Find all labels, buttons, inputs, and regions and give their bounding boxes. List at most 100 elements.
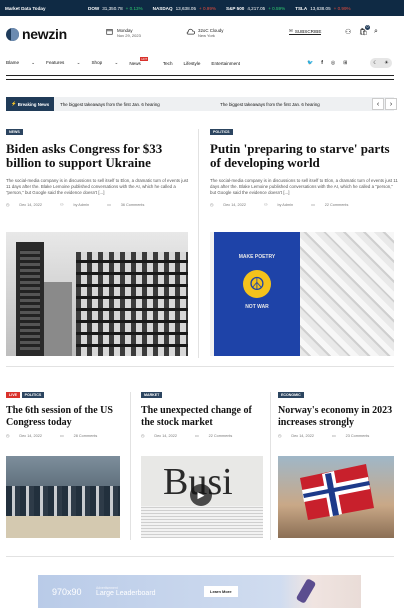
category-badge[interactable]: MARKET [141,392,163,398]
nav-item[interactable]: Entertainment [211,61,240,66]
comment-icon: ▭ [311,202,315,207]
article-comments: ▭ 23 Comments [331,434,370,438]
article-date: ◷ Dec 14, 2022 [210,202,246,207]
twitter-icon[interactable]: 🐦 [307,60,313,66]
norway-flag-photo[interactable] [278,456,394,538]
clock-icon: ◷ [141,434,145,438]
cart-count: 0 [365,25,370,30]
learn-more-button[interactable]: Learn More [204,586,238,597]
comment-icon: ▭ [107,202,111,207]
article-title[interactable]: Norway's economy in 2023 increases stron… [278,405,398,428]
article-card[interactable]: POLITICS Putin 'preparing to starve' par… [210,129,398,207]
section-divider [6,366,394,367]
poster-text: MAKE POETRY [238,254,276,260]
article-date: ◷ Dec 14, 2022 [6,202,42,207]
category-badge[interactable]: POLITICS [21,392,45,398]
site-logo[interactable]: newzin [6,26,67,42]
article-author: ⚇ by Admin [263,202,294,207]
comment-icon: ▭ [194,434,199,438]
market-ticker: Market Data Today DOW 31,350.78 + 0.13% NA… [0,0,404,16]
category-badge[interactable]: NEWS [6,129,23,135]
play-icon[interactable]: ▶ [190,484,212,506]
nav-divider [6,75,394,76]
ticker-item[interactable]: NASDAQ 13,638.05 + 0.99% [153,6,216,11]
nav-item[interactable]: Lifestyle [184,61,201,66]
article-card[interactable]: MARKET The unexpected change of the stoc… [141,392,266,438]
user-icon: ⚇ [263,202,268,207]
weather-widget: 32oC Cloudy New York [186,28,223,38]
article-comments: ▭ 36 Comments [107,202,145,207]
clock-icon: ◷ [6,202,10,207]
share-icon[interactable]: ⊞ [343,60,347,66]
mail-icon: ✉ [289,28,293,33]
article-title[interactable]: Biden asks Congress for $33 billion to s… [6,142,191,170]
article-excerpt: The social-media company is in discussio… [6,178,189,196]
logo-mark-icon [6,27,19,41]
social-links: 🐦 f ◎ ⊞ [307,60,347,66]
poster-text: NOT WAR [245,304,269,310]
protest-photo[interactable]: MAKE POETRY ☮ NOT WAR [210,232,394,356]
moon-icon: ☾ [373,60,378,66]
clock-icon: ◷ [6,434,10,438]
leaderboard-ad[interactable]: 970x90 Advertisement Large Leaderboard L… [38,575,361,608]
article-title[interactable]: The unexpected change of the stock marke… [141,405,266,428]
newspaper-photo[interactable]: Busi ▶ [141,456,263,538]
article-author: ⚇ by Admin [59,202,90,207]
ticker-item[interactable]: DOW 31,350.78 + 0.13% [88,6,143,11]
ticker-label: Market Data Today [5,5,46,11]
breaking-headline[interactable]: The biggest takeaways from the first Jan… [220,102,320,107]
norway-flag-icon [300,464,374,520]
column-divider [198,129,199,358]
nav-item[interactable]: Shop ⌄ [91,60,118,66]
column-divider [130,392,131,540]
nav-item[interactable]: Tech [163,61,173,66]
article-title[interactable]: Putin 'preparing to starve' parts of dev… [210,142,398,170]
search-icon[interactable]: ⌕ [374,28,378,36]
breaking-news-label: ⚡ Breaking News [6,97,55,111]
category-badge[interactable]: POLITICS [210,129,233,135]
section-divider [6,556,394,557]
category-badge[interactable]: ECONOMIC [278,392,304,398]
live-badge[interactable]: LIVE [6,392,20,398]
article-excerpt: The social-media company is in discussio… [210,178,398,196]
prev-arrow-icon[interactable]: ‹ [372,98,384,110]
nav-divider [6,79,394,80]
date-widget: Monday Nov 29, 2023 [106,28,141,38]
hot-badge: HOT [140,56,149,61]
instagram-icon[interactable]: ◎ [331,60,335,66]
article-card[interactable]: ECONOMIC Norway's economy in 2023 increa… [278,392,398,438]
breaking-news-bar: ⚡ Breaking News The biggest takeaways fr… [6,97,394,111]
ticker-item[interactable]: TSLA 13,638.05 + 0.99% [295,6,350,11]
ticker-item[interactable]: S&P 500 4,217.05 + 0.59% [226,6,285,11]
clock-icon: ◷ [210,202,214,207]
breaking-headline[interactable]: The biggest takeaways from the first Jan… [60,102,220,107]
article-card[interactable]: NEWS Biden asks Congress for $33 billion… [6,129,191,207]
user-icon: ⚇ [59,202,64,207]
calendar-icon [106,29,113,35]
clock-icon: ◷ [278,434,282,438]
ad-size: 970x90 [52,586,82,597]
nav-item[interactable]: Features ⌄ [46,60,80,66]
article-title[interactable]: The 6th session of the US Congress today [6,405,124,428]
comment-icon: ▭ [331,434,336,438]
nav-item[interactable]: News HOT [129,56,152,66]
congress-photo[interactable] [6,456,120,538]
sun-icon: ☀ [384,60,389,66]
peace-icon: ☮ [243,270,271,298]
ad-image [281,575,361,608]
cloud-icon [186,28,195,35]
theme-toggle[interactable]: ☾ ☀ [370,58,392,68]
article-date: ◷ Dec 14, 2022 [6,434,42,438]
next-arrow-icon[interactable]: › [385,98,397,110]
buildings-photo[interactable] [6,232,188,356]
article-comments: ▭ 22 Comments [194,434,233,438]
column-divider [270,392,271,540]
article-comments: ▭ 22 Comments [311,202,349,207]
nav-item[interactable]: Blame ⌄ [6,60,35,66]
article-date: ◷ Dec 14, 2022 [141,434,177,438]
user-icon[interactable]: ⚇ [345,28,351,36]
subscribe-link[interactable]: ✉ SUBSCRIBE [289,28,322,35]
article-card[interactable]: LIVE POLITICS The 6th session of the US … [6,392,124,438]
comment-icon: ▭ [59,434,64,438]
facebook-icon[interactable]: f [321,60,323,66]
